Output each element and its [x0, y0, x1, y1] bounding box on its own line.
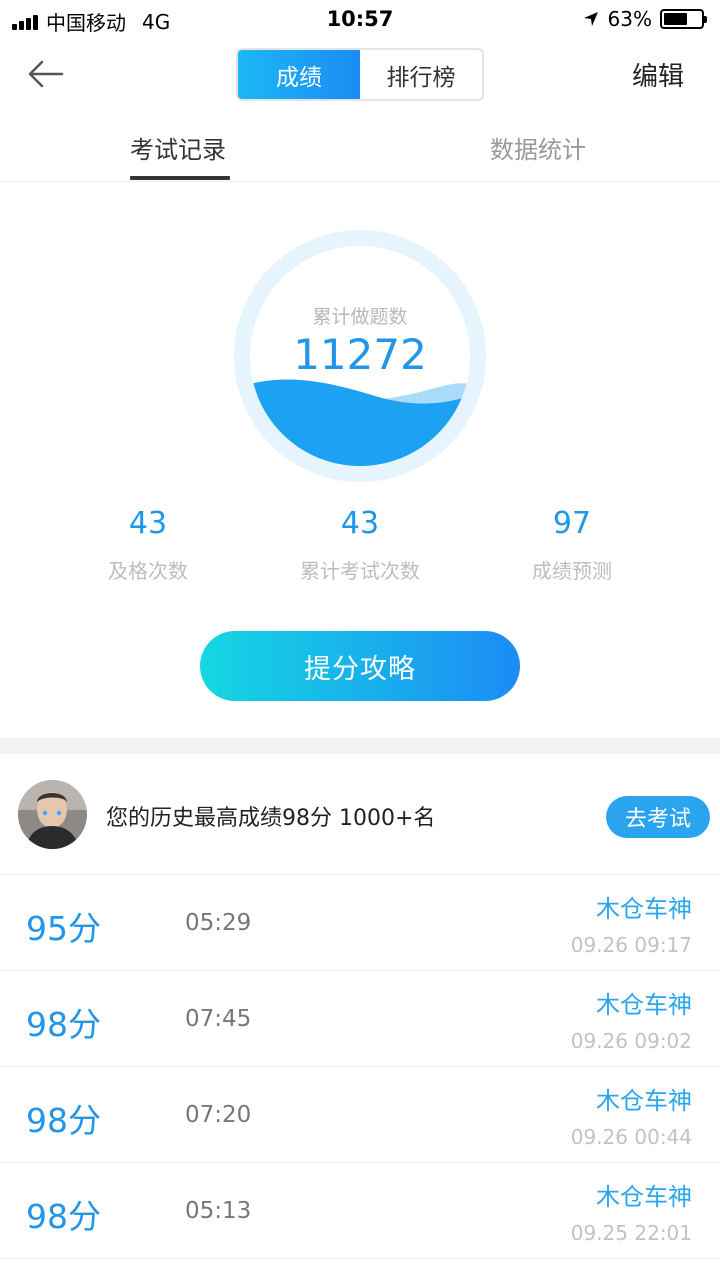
question-count-circle: 累计做题数 11272 — [250, 246, 470, 466]
stat-score-prediction: 97 成绩预测 — [472, 506, 672, 584]
best-score-text: 您的历史最高成绩98分 1000+名 — [106, 806, 436, 831]
record-timestamp: 09.26 09:17 — [570, 933, 692, 957]
record-duration: 05:29 — [185, 910, 252, 936]
segmented-control: 成绩 排行榜 — [236, 48, 484, 101]
section-divider — [0, 738, 720, 754]
record-user-name: 木仓车神 — [596, 991, 692, 1019]
record-score: 98分 — [26, 1005, 101, 1044]
stat-value: 43 — [128, 506, 168, 541]
stat-pass-count: 43 及格次数 — [48, 506, 248, 584]
best-score-row: 您的历史最高成绩98分 1000+名 去考试 — [0, 754, 720, 875]
record-user-name: 木仓车神 — [596, 895, 692, 923]
stat-value: 97 — [552, 506, 592, 541]
record-row[interactable]: 98分 05:13 木仓车神 09.25 22:01 — [0, 1163, 720, 1259]
record-duration: 07:20 — [185, 1102, 252, 1128]
record-score: 95分 — [26, 909, 101, 948]
arrow-left-icon[interactable] — [22, 54, 70, 94]
active-tab-indicator — [130, 176, 230, 180]
edit-button[interactable]: 编辑 — [632, 56, 684, 93]
nav-bar: 成绩 排行榜 编辑 — [0, 40, 720, 112]
stat-label: 成绩预测 — [532, 559, 612, 583]
record-row[interactable]: 98分 07:20 木仓车神 09.26 00:44 — [0, 1067, 720, 1163]
total-questions-label: 累计做题数 — [312, 306, 408, 328]
segment-ranking[interactable]: 排行榜 — [360, 50, 482, 99]
battery-percent: 63% — [607, 7, 652, 31]
record-score: 98分 — [26, 1101, 101, 1140]
record-timestamp: 09.26 00:44 — [570, 1125, 692, 1149]
location-arrow-icon — [583, 12, 598, 26]
tab-data-statistics[interactable]: 数据统计 — [490, 130, 586, 165]
question-count-ring: 累计做题数 11272 — [234, 230, 486, 482]
record-user-name: 木仓车神 — [596, 1087, 692, 1115]
stat-label: 及格次数 — [108, 559, 188, 583]
battery-icon — [660, 9, 707, 29]
status-bar: 中国移动 4G 10:57 63% — [0, 0, 720, 40]
score-screen: 中国移动 4G 10:57 63% 成绩 排行榜 编辑 考试记录 数据统计 累计… — [0, 0, 720, 1280]
record-timestamp: 09.26 09:02 — [570, 1029, 692, 1053]
record-score: 98分 — [26, 1197, 101, 1236]
go-exam-button[interactable]: 去考试 — [606, 796, 710, 838]
total-questions-value: 11272 — [293, 330, 427, 379]
record-row[interactable]: 95分 05:29 木仓车神 09.26 09:17 — [0, 875, 720, 971]
avatar[interactable] — [18, 780, 87, 849]
record-timestamp: 09.25 22:01 — [570, 1221, 692, 1245]
record-duration: 07:45 — [185, 1006, 252, 1032]
sub-tabs: 考试记录 数据统计 — [0, 112, 720, 182]
score-tips-button[interactable]: 提分攻略 — [200, 631, 520, 701]
tab-exam-records[interactable]: 考试记录 — [130, 130, 226, 165]
record-user-name: 木仓车神 — [596, 1183, 692, 1211]
stat-value: 43 — [340, 506, 380, 541]
stat-exam-count: 43 累计考试次数 — [260, 506, 460, 584]
segment-score[interactable]: 成绩 — [238, 50, 360, 99]
stat-label: 累计考试次数 — [300, 559, 420, 583]
avatar-image — [18, 780, 87, 849]
record-duration: 05:13 — [185, 1198, 252, 1224]
record-row[interactable]: 98分 07:45 木仓车神 09.26 09:02 — [0, 971, 720, 1067]
